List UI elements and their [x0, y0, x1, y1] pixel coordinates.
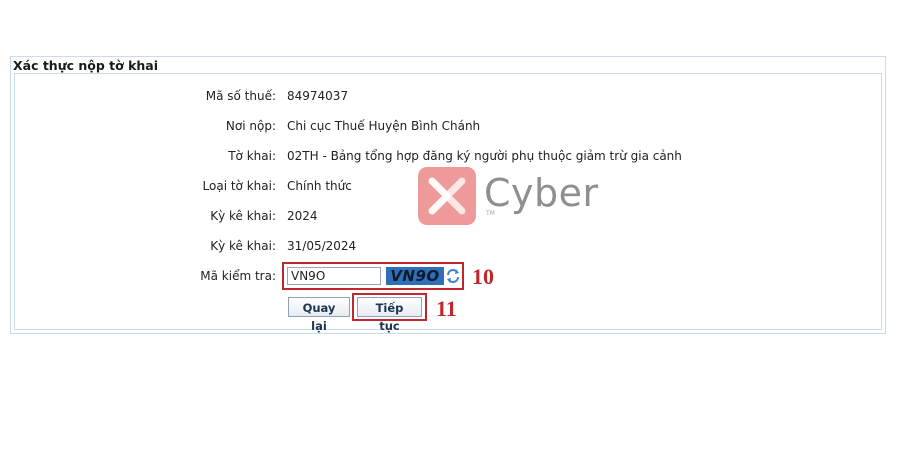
field-value: 2024: [287, 209, 318, 223]
x-logo-icon: [418, 167, 476, 225]
field-label: Mã số thuế:: [205, 89, 276, 103]
watermark-tm: TM: [486, 210, 495, 217]
step-annotation-11: 11: [436, 296, 457, 321]
panel-title: Xác thực nộp tờ khai: [13, 58, 159, 73]
captcha-label: Mã kiểm tra:: [200, 269, 276, 283]
field-value: 02TH - Bảng tổng hợp đăng ký người phụ t…: [287, 149, 682, 163]
field-label: Tờ khai:: [228, 149, 276, 163]
field-label: Kỳ kê khai:: [210, 239, 276, 253]
field-value: 31/05/2024: [287, 239, 357, 253]
field-value: Chính thức: [287, 179, 352, 193]
captcha-highlight: VN9O: [282, 262, 464, 290]
step-annotation-10: 10: [472, 264, 494, 289]
next-button-highlight: Tiếp tục: [352, 293, 427, 333]
field-value: 84974037: [287, 89, 349, 103]
field-label: Kỳ kê khai:: [210, 209, 276, 223]
captcha-input[interactable]: [287, 267, 381, 285]
next-button[interactable]: Tiếp tục: [357, 297, 422, 333]
field-label: Loại tờ khai:: [202, 179, 276, 193]
field-value: Chi cục Thuế Huyện Bình Chánh: [287, 119, 481, 133]
cyber-watermark: Cyber TM: [418, 167, 598, 227]
watermark-brand: Cyber: [484, 171, 599, 215]
refresh-icon[interactable]: [446, 267, 460, 285]
field-label: Nơi nộp:: [225, 119, 276, 133]
back-button[interactable]: Quay lại: [288, 297, 350, 333]
captcha-image: VN9O: [386, 267, 444, 285]
